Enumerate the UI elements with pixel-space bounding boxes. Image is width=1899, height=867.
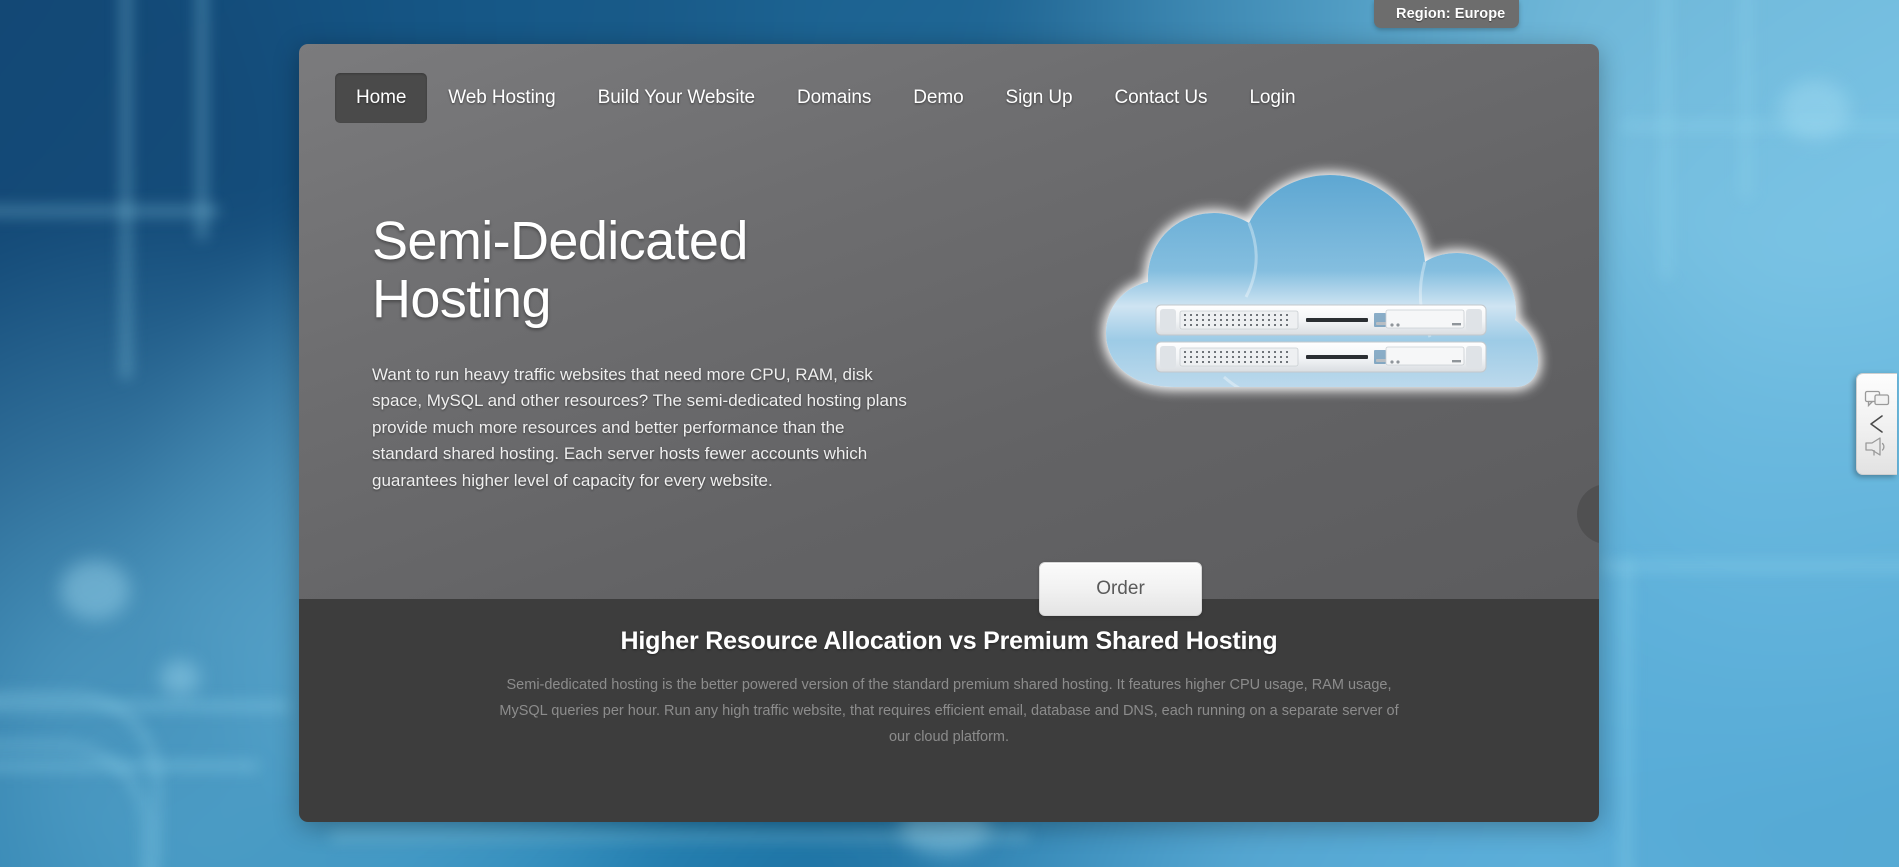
circuit-trace — [1620, 560, 1632, 867]
region-badge[interactable]: Region: Europe — [1374, 0, 1520, 28]
nav-item-home[interactable]: Home — [335, 73, 428, 123]
circuit-trace — [0, 205, 220, 217]
circuit-trace — [1600, 560, 1899, 572]
order-button[interactable]: Order — [1039, 562, 1202, 616]
nav-item-web-hosting[interactable]: Web Hosting — [427, 73, 576, 123]
feedback-tab[interactable] — [1856, 373, 1897, 475]
nav-label: Domains — [796, 87, 872, 108]
nav-label: Demo — [913, 87, 964, 108]
circuit-trace — [1740, 0, 1752, 200]
nav-item-login[interactable]: Login — [1228, 73, 1316, 123]
chevron-left-icon — [1866, 413, 1888, 435]
nav-label: Login — [1249, 87, 1296, 108]
circuit-node — [60, 560, 130, 620]
info-band: Higher Resource Allocation vs Premium Sh… — [299, 599, 1599, 822]
nav-label: Contact Us — [1114, 87, 1208, 108]
circuit-trace — [196, 0, 208, 240]
hero-title: Semi-Dedicated Hosting — [372, 211, 748, 329]
nav-label: Build Your Website — [597, 87, 755, 108]
circuit-trace — [120, 0, 132, 380]
cloud-server-illustration — [1106, 175, 1538, 387]
nav-item-contact-us[interactable]: Contact Us — [1093, 73, 1228, 123]
nav-item-sign-up[interactable]: Sign Up — [985, 73, 1094, 123]
circuit-trace — [1620, 120, 1899, 132]
nav-item-domains[interactable]: Domains — [776, 73, 892, 123]
nav-item-demo[interactable]: Demo — [892, 73, 984, 123]
circuit-node — [1780, 80, 1850, 140]
circuit-trace — [1660, 0, 1672, 280]
info-band-title: Higher Resource Allocation vs Premium Sh… — [620, 627, 1278, 655]
region-badge-label: Region: Europe — [1396, 6, 1506, 22]
hero-copy: Semi-Dedicated Hosting Want to run heavy… — [372, 212, 912, 494]
hero-section: Home Web Hosting Build Your Website Doma… — [299, 44, 1599, 616]
play-button[interactable] — [1577, 484, 1599, 544]
circuit-node — [160, 660, 200, 696]
nav-label: Home — [356, 87, 407, 108]
page-card: Home Web Hosting Build Your Website Doma… — [299, 44, 1599, 822]
nav-item-build-your-website[interactable]: Build Your Website — [577, 73, 776, 123]
speech-bubble-icon — [1864, 390, 1890, 412]
nav-label: Web Hosting — [448, 87, 556, 108]
order-button-label: Order — [1096, 578, 1145, 599]
megaphone-icon — [1864, 436, 1890, 458]
hero-description: Want to run heavy traffic websites that … — [372, 365, 907, 490]
main-navigation: Home Web Hosting Build Your Website Doma… — [335, 73, 1316, 123]
info-band-description: Semi-dedicated hosting is the better pow… — [499, 677, 1399, 745]
nav-label: Sign Up — [1005, 87, 1073, 108]
